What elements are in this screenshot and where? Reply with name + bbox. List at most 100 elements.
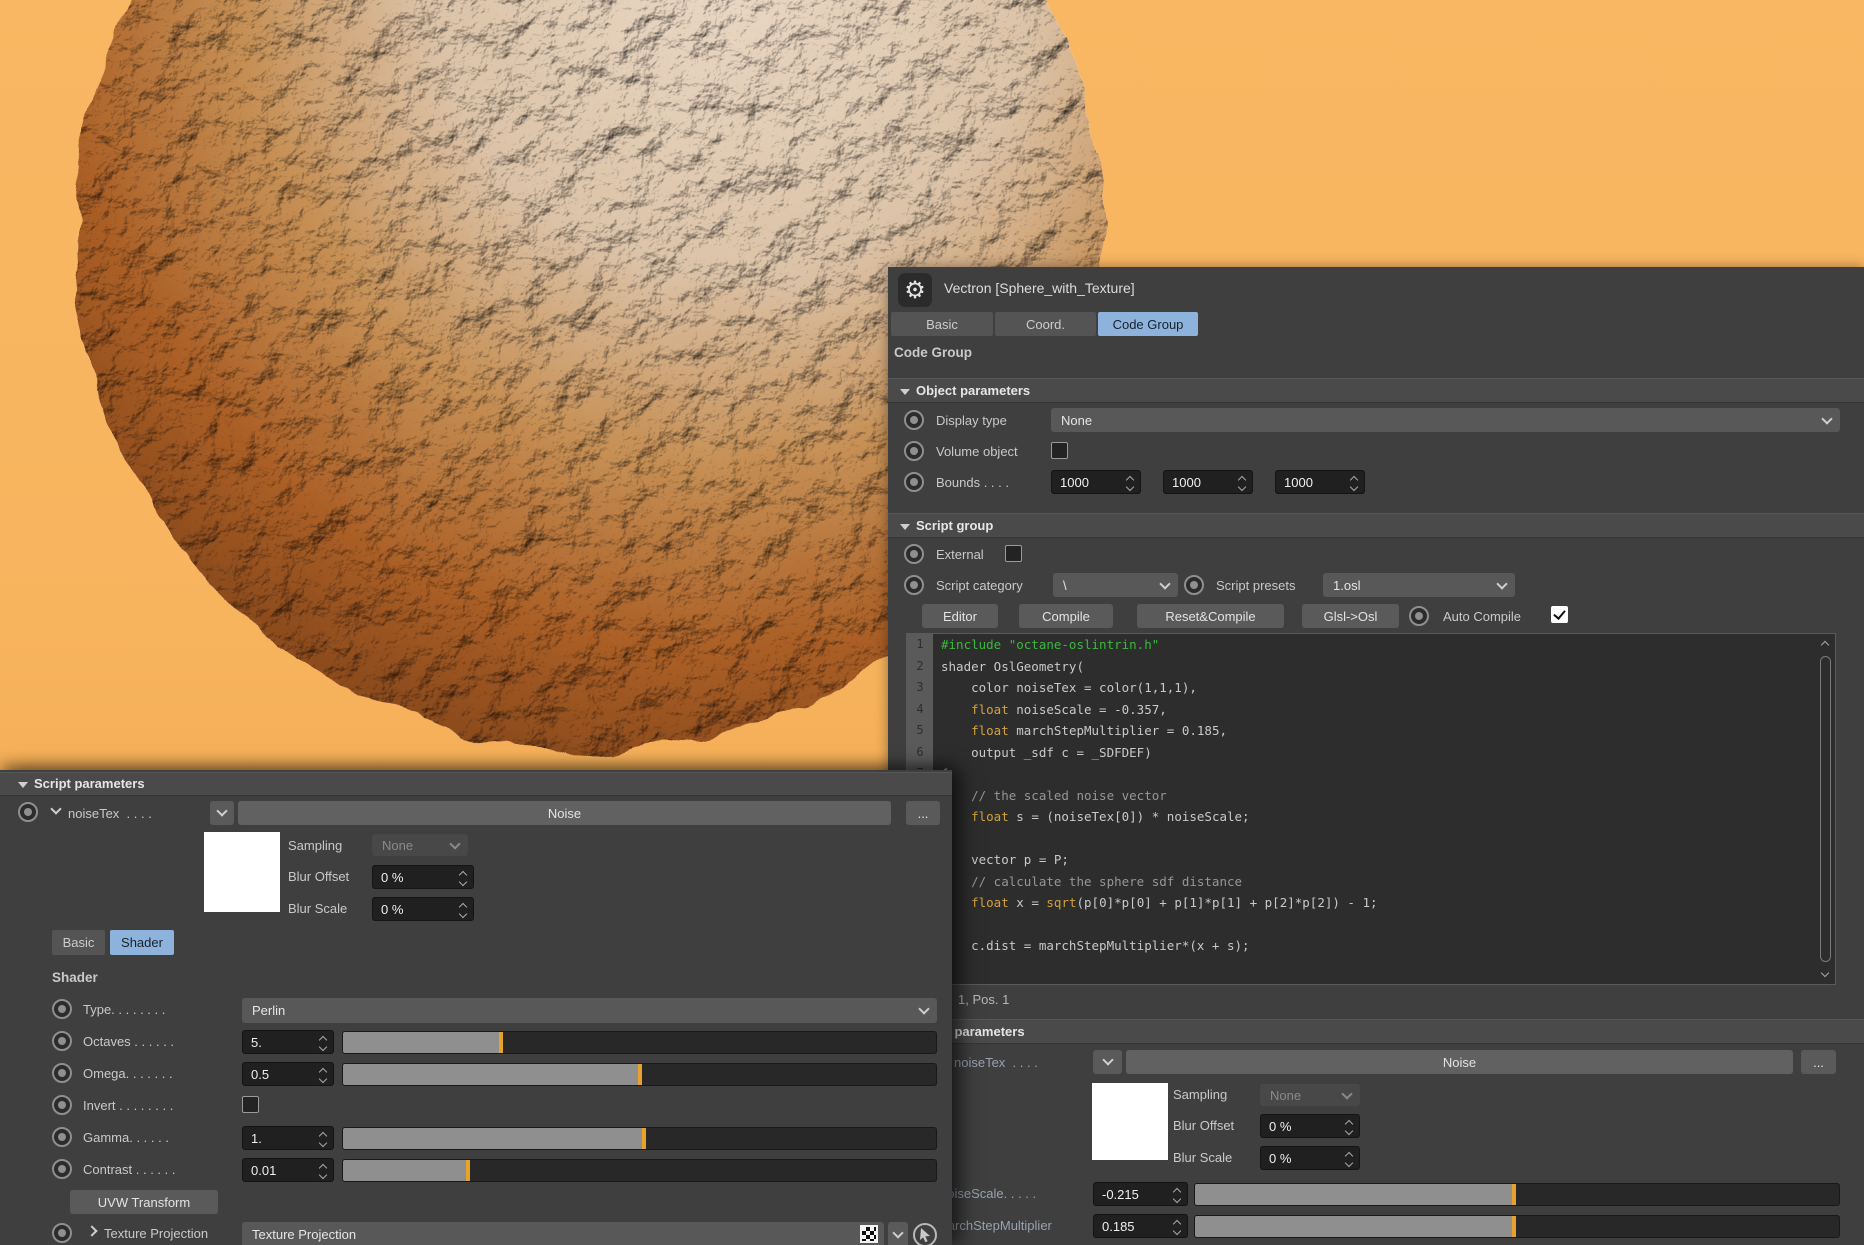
overlay-noisetex-label: noiseTex . . . . bbox=[68, 806, 152, 821]
script-group-header[interactable]: Script group bbox=[888, 513, 1864, 538]
chevron-down-icon bbox=[892, 1227, 903, 1238]
overlay-texture-preview-swatch[interactable] bbox=[204, 832, 280, 912]
omega-label: Omega. . . . . . . bbox=[83, 1066, 173, 1081]
chevron-down-icon bbox=[1821, 413, 1832, 424]
bounds-anim-dot[interactable] bbox=[904, 472, 924, 492]
script-group-title: Script group bbox=[916, 518, 993, 533]
chevron-down-icon bbox=[1341, 1088, 1352, 1099]
omega-slider[interactable] bbox=[342, 1063, 937, 1086]
overlay-noise-shader-button[interactable]: Noise bbox=[238, 801, 891, 825]
overlay-noisetex-more-button[interactable]: ... bbox=[906, 801, 940, 825]
noisescale-slider[interactable] bbox=[1194, 1183, 1840, 1206]
chevron-down-icon bbox=[449, 838, 460, 849]
bounds-y-field[interactable]: 1000 bbox=[1163, 470, 1253, 494]
script-presets-anim-dot[interactable] bbox=[1184, 575, 1204, 595]
blur-scale-label: Blur Scale bbox=[1173, 1150, 1232, 1165]
marchstep-slider[interactable] bbox=[1194, 1215, 1840, 1238]
tab-code-group[interactable]: Code Group bbox=[1098, 312, 1198, 336]
code-editor[interactable]: 12345678910111213141516 #include "octane… bbox=[906, 633, 1836, 985]
bounds-z-field[interactable]: 1000 bbox=[1275, 470, 1365, 494]
collapsed-chevron-icon[interactable] bbox=[86, 1225, 97, 1236]
external-anim-dot[interactable] bbox=[904, 544, 924, 564]
octaves-field[interactable]: 5. bbox=[242, 1030, 334, 1054]
scroll-down-icon[interactable] bbox=[1821, 969, 1829, 977]
noisescale-field[interactable]: -0.215 bbox=[1093, 1182, 1188, 1206]
type-select[interactable]: Perlin bbox=[242, 998, 937, 1023]
script-parameters-header[interactable]: Script parameters bbox=[888, 1019, 1864, 1044]
script-category-select[interactable]: \ bbox=[1053, 573, 1178, 597]
reset-compile-button[interactable]: Reset&Compile bbox=[1137, 604, 1284, 628]
expand-chevron-icon[interactable] bbox=[50, 803, 61, 814]
screen: ⚙ Vectron [Sphere_with_Texture] Basic Co… bbox=[0, 0, 1864, 1245]
object-parameters-header[interactable]: Object parameters bbox=[888, 378, 1864, 403]
tab-basic[interactable]: Basic bbox=[891, 312, 993, 336]
script-category-anim-dot[interactable] bbox=[904, 575, 924, 595]
volume-object-anim-dot[interactable] bbox=[904, 441, 924, 461]
overlay-noisetex-anim-dot[interactable] bbox=[18, 802, 38, 822]
bounds-x-field[interactable]: 1000 bbox=[1051, 470, 1141, 494]
bounds-label: Bounds . . . . bbox=[936, 475, 1009, 490]
type-label: Type. . . . . . . . bbox=[83, 1002, 165, 1017]
gamma-slider[interactable] bbox=[342, 1127, 937, 1150]
texture-projection-dropdown-button[interactable] bbox=[888, 1222, 908, 1245]
octaves-slider[interactable] bbox=[342, 1031, 937, 1054]
texture-projection-anim-dot[interactable] bbox=[52, 1223, 72, 1243]
pick-object-icon[interactable] bbox=[912, 1222, 938, 1245]
noisescale-label: noiseScale. . . . . bbox=[940, 1186, 1036, 1201]
overlay-tab-basic[interactable]: Basic bbox=[52, 930, 105, 955]
auto-compile-anim-dot[interactable] bbox=[1409, 606, 1429, 626]
blur-offset-field[interactable]: 0 % bbox=[1260, 1114, 1360, 1138]
display-type-select[interactable]: None bbox=[1051, 408, 1840, 432]
blur-scale-field[interactable]: 0 % bbox=[1260, 1146, 1360, 1170]
scrollbar-thumb[interactable] bbox=[1820, 656, 1831, 962]
overlay-script-parameters-header[interactable]: Script parameters bbox=[0, 772, 952, 796]
editor-button[interactable]: Editor bbox=[922, 604, 998, 628]
contrast-field[interactable]: 0.01 bbox=[242, 1158, 334, 1182]
auto-compile-checkbox[interactable] bbox=[1551, 606, 1568, 623]
volume-object-label: Volume object bbox=[936, 444, 1018, 459]
noisetex-dropdown-button[interactable] bbox=[1093, 1050, 1122, 1074]
sampling-select[interactable]: None bbox=[1260, 1084, 1360, 1106]
marchstep-field[interactable]: 0.185 bbox=[1093, 1214, 1188, 1238]
noisetex-more-button[interactable]: ... bbox=[1801, 1050, 1836, 1074]
tab-coord[interactable]: Coord. bbox=[995, 312, 1096, 336]
contrast-slider[interactable] bbox=[342, 1159, 937, 1182]
glsl-to-osl-button[interactable]: Glsl->Osl bbox=[1302, 604, 1399, 628]
omega-field[interactable]: 0.5 bbox=[242, 1062, 334, 1086]
overlay-sampling-select[interactable]: None bbox=[372, 834, 468, 856]
editor-code[interactable]: #include "octane-oslintrin.h"shader OslG… bbox=[941, 634, 1815, 978]
invert-checkbox[interactable] bbox=[242, 1096, 259, 1113]
chevron-down-icon bbox=[1159, 578, 1170, 589]
noise-shader-button[interactable]: Noise bbox=[1126, 1050, 1793, 1074]
scroll-up-icon[interactable] bbox=[1821, 641, 1829, 649]
editor-scrollbar[interactable] bbox=[1818, 636, 1833, 982]
octaves-label: Octaves . . . . . . bbox=[83, 1034, 174, 1049]
type-anim-dot[interactable] bbox=[52, 999, 72, 1019]
gamma-field[interactable]: 1. bbox=[242, 1126, 334, 1150]
contrast-label: Contrast . . . . . . bbox=[83, 1162, 175, 1177]
uvw-transform-button[interactable]: UVW Transform bbox=[70, 1190, 218, 1214]
editor-status: 1, Pos. 1 bbox=[958, 992, 1009, 1007]
overlay-noisetex-dropdown-button[interactable] bbox=[210, 801, 234, 825]
overlay-blur-offset-field[interactable]: 0 % bbox=[372, 865, 474, 889]
display-type-label: Display type bbox=[936, 413, 1007, 428]
compile-button[interactable]: Compile bbox=[1019, 604, 1113, 628]
texture-preview-swatch[interactable] bbox=[1092, 1083, 1168, 1160]
overlay-sampling-label: Sampling bbox=[288, 838, 342, 853]
omega-anim-dot[interactable] bbox=[52, 1063, 72, 1083]
volume-object-checkbox[interactable] bbox=[1051, 442, 1068, 459]
texture-projection-field[interactable]: Texture Projection bbox=[242, 1222, 884, 1245]
external-checkbox[interactable] bbox=[1005, 545, 1022, 562]
script-presets-select[interactable]: 1.osl bbox=[1323, 573, 1515, 597]
sampling-label: Sampling bbox=[1173, 1087, 1227, 1102]
external-label: External bbox=[936, 547, 984, 562]
contrast-anim-dot[interactable] bbox=[52, 1159, 72, 1179]
overlay-blur-scale-field[interactable]: 0 % bbox=[372, 897, 474, 921]
display-type-anim-dot[interactable] bbox=[904, 410, 924, 430]
invert-anim-dot[interactable] bbox=[52, 1095, 72, 1115]
overlay-tab-shader[interactable]: Shader bbox=[110, 930, 174, 955]
octaves-anim-dot[interactable] bbox=[52, 1031, 72, 1051]
chevron-down-icon bbox=[1496, 578, 1507, 589]
auto-compile-label: Auto Compile bbox=[1443, 609, 1521, 624]
gamma-anim-dot[interactable] bbox=[52, 1127, 72, 1147]
